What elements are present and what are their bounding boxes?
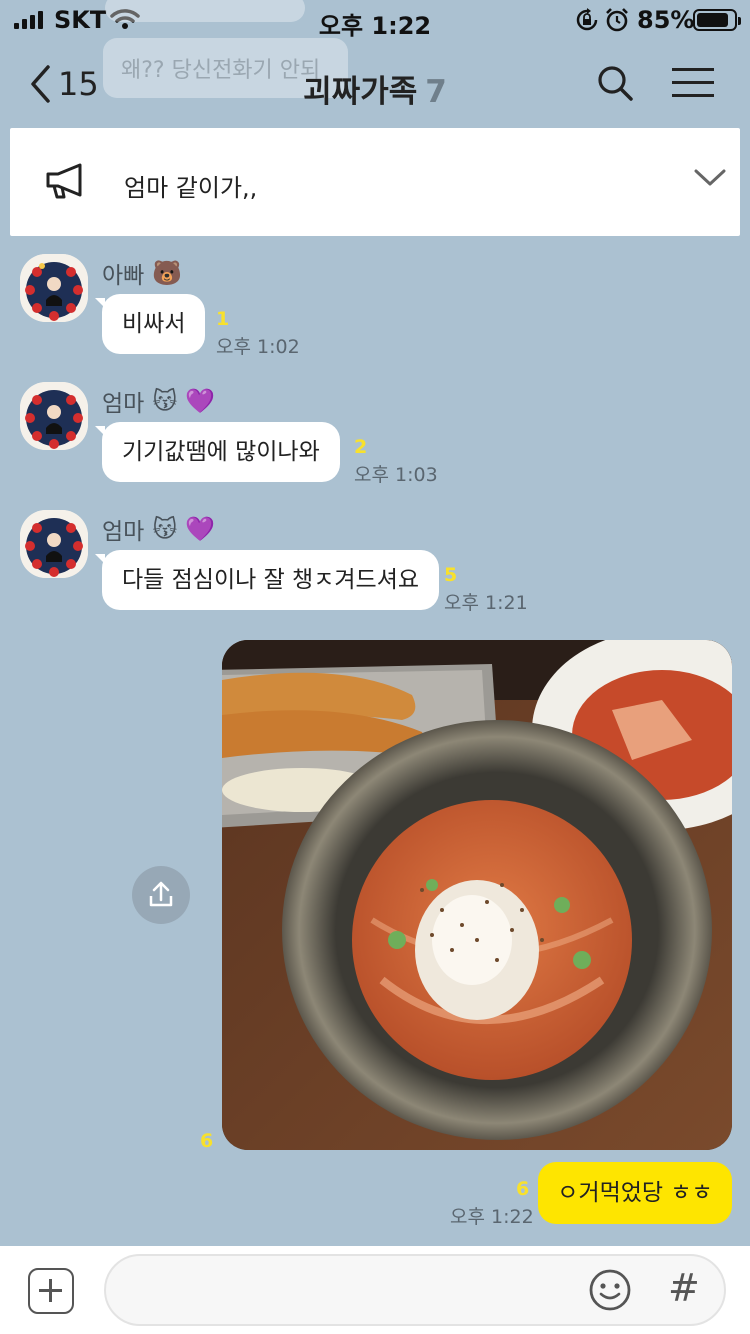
message-bubble[interactable]: 비싸서 — [94, 294, 206, 354]
chevron-down-icon[interactable] — [694, 168, 726, 188]
my-message-bubble[interactable]: ㅇ거먹었당 ㅎㅎ — [538, 1162, 732, 1224]
search-button[interactable] — [596, 64, 634, 106]
sender-name: 아빠 🐻 — [102, 256, 182, 290]
food-photo[interactable] — [222, 640, 732, 1150]
background-notification-top — [105, 0, 305, 22]
sender-name-text: 엄마 — [102, 391, 145, 417]
avatar[interactable] — [20, 510, 88, 578]
add-attachment-button[interactable] — [28, 1268, 74, 1314]
pinned-notice[interactable]: 엄마 같이가,, — [10, 128, 740, 236]
battery-fill — [697, 13, 728, 27]
battery-icon — [693, 9, 741, 31]
message-bubble[interactable]: 다들 점심이나 잘 챙ㅈ겨드셔요 — [94, 550, 440, 610]
message-input[interactable] — [104, 1254, 726, 1326]
notice-text: 엄마 같이가,, — [124, 174, 258, 202]
member-count: 7 — [425, 74, 447, 110]
avatar[interactable] — [20, 382, 88, 450]
unread-count: 5 — [444, 564, 458, 586]
message-bubble[interactable]: 기기값땜에 많이나와 — [95, 422, 340, 482]
menu-button[interactable] — [672, 68, 714, 107]
sender-name-text: 아빠 — [102, 263, 145, 289]
message-time: 오후 1:02 — [216, 336, 300, 358]
sender-emojis: 🐻 — [152, 259, 183, 287]
message-time: 오후 1:03 — [354, 464, 438, 486]
battery-percent: 85% — [637, 6, 695, 34]
chat-header: 15 괴짜가족 7 — [0, 52, 750, 116]
sender-emojis: 😽 💜 — [152, 387, 215, 415]
message-time: 오후 1:22 — [450, 1206, 534, 1228]
search-icon — [598, 66, 633, 101]
message-time: 오후 1:21 — [444, 592, 528, 614]
share-icon — [149, 881, 173, 907]
chat-room-name: 괴짜가족 — [303, 74, 418, 110]
alarm-icon — [604, 7, 630, 39]
rotation-lock-icon — [574, 8, 600, 38]
unread-count: 6 — [516, 1178, 530, 1200]
unread-count: 1 — [216, 308, 230, 330]
megaphone-icon — [46, 163, 82, 199]
sender-name: 엄마 😽 💜 — [102, 512, 215, 546]
emoticon-button[interactable] — [588, 1268, 632, 1312]
sender-emojis: 😽 💜 — [152, 515, 215, 543]
avatar[interactable] — [20, 254, 88, 322]
sender-name: 엄마 😽 💜 — [102, 384, 215, 418]
unread-count: 2 — [354, 436, 368, 458]
input-bar: # — [0, 1246, 750, 1334]
unread-count: 6 — [200, 1130, 214, 1152]
chat-title: 괴짜가족 7 — [0, 66, 750, 111]
hashtag-button[interactable]: # — [668, 1266, 700, 1310]
sender-name-text: 엄마 — [102, 519, 145, 545]
share-button[interactable] — [132, 866, 190, 924]
